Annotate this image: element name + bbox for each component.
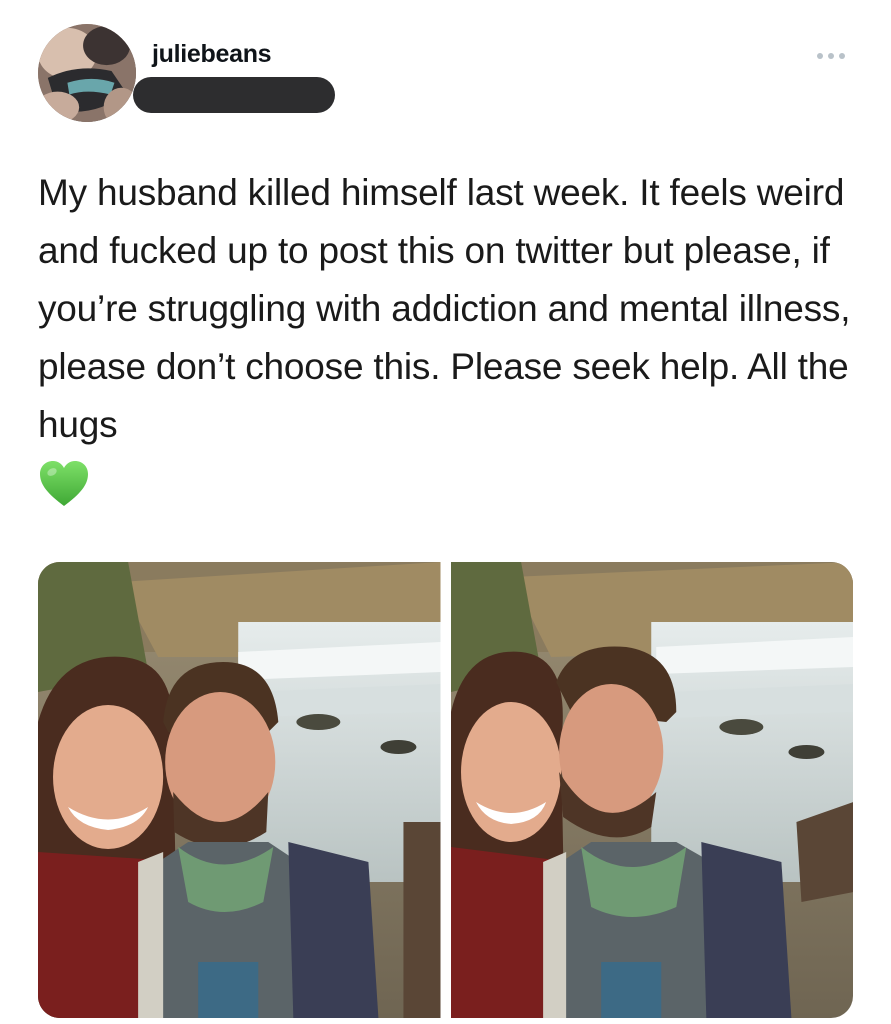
avatar-image xyxy=(38,24,136,122)
green-heart-icon xyxy=(38,460,90,508)
selfie-waterfall-photo xyxy=(38,562,441,1018)
more-options-button[interactable] xyxy=(811,44,851,68)
handle-redaction-bar xyxy=(133,77,335,113)
media-grid xyxy=(38,562,853,1018)
photo-2[interactable] xyxy=(450,562,853,1018)
tweet-text: My husband killed himself last week. It … xyxy=(38,172,851,445)
more-horizontal-icon-dot xyxy=(828,53,834,59)
selfie-waterfall-photo xyxy=(450,562,853,1018)
more-horizontal-icon xyxy=(817,53,823,59)
avatar[interactable] xyxy=(38,24,136,122)
username[interactable]: juliebeans xyxy=(152,40,272,69)
more-horizontal-icon-dot xyxy=(839,53,845,59)
photo-1[interactable] xyxy=(38,562,441,1018)
